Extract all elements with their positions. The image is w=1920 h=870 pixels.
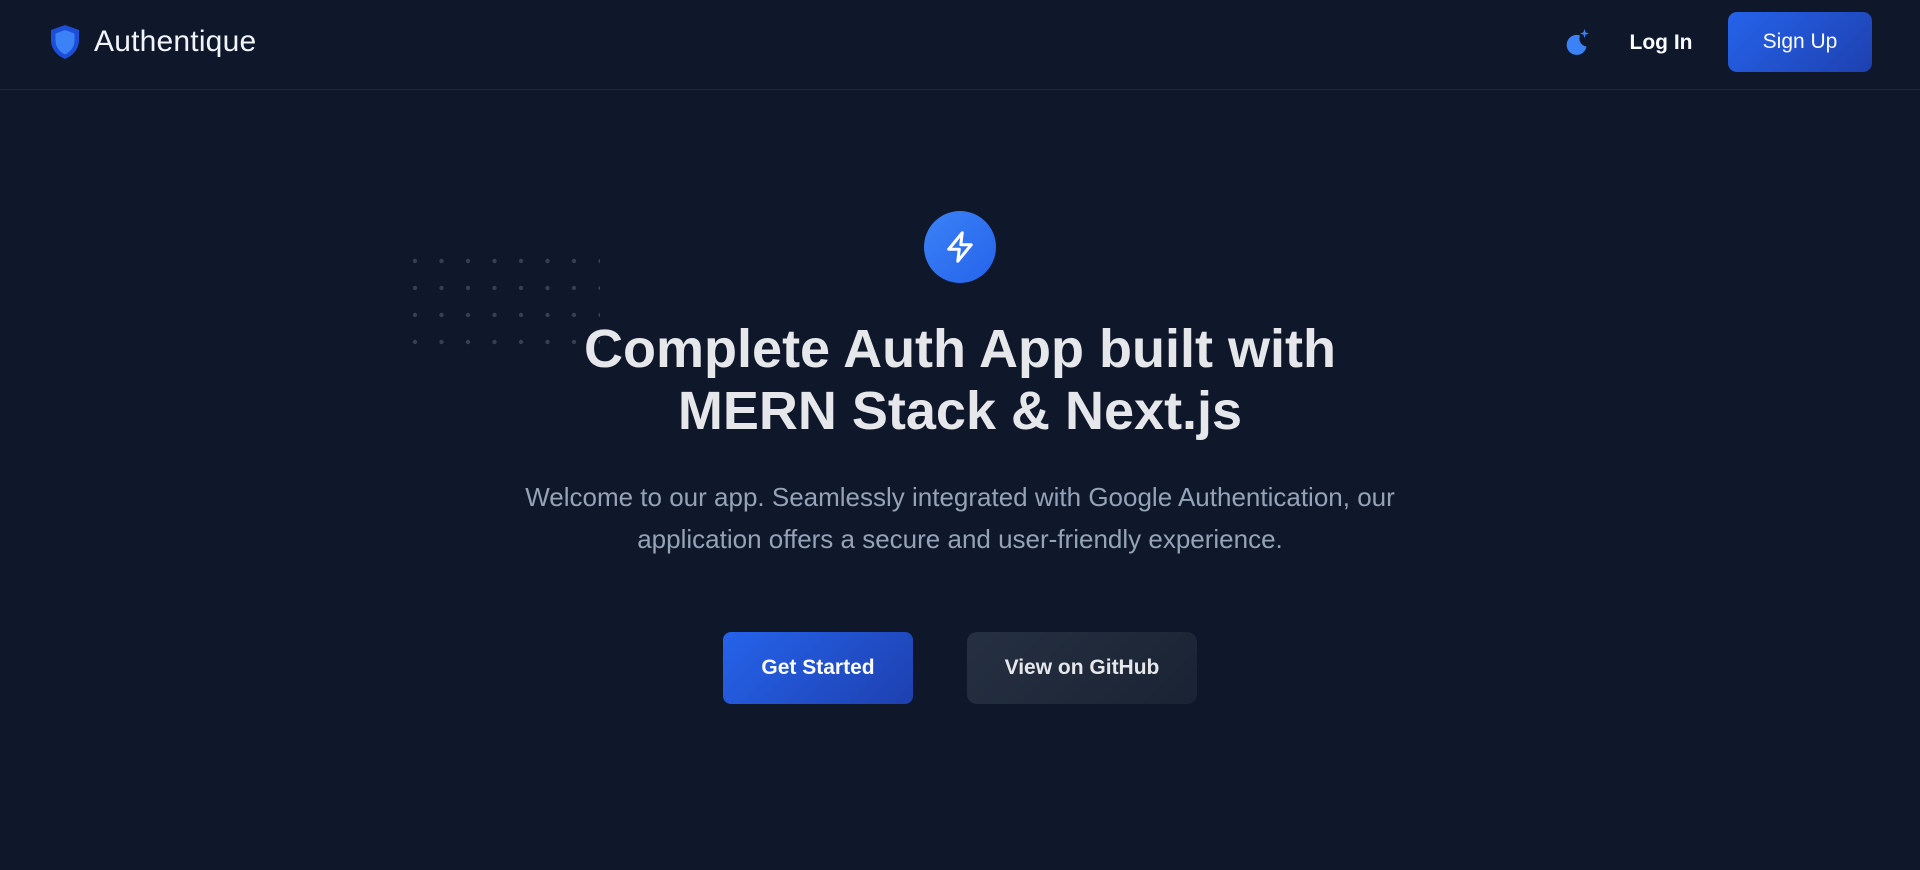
brand-logo[interactable]: Authentique xyxy=(48,22,256,62)
login-link[interactable]: Log In xyxy=(1608,22,1714,64)
decorative-dot xyxy=(518,312,524,318)
decorative-dot xyxy=(465,285,471,291)
decorative-dot xyxy=(412,312,418,318)
decorative-dot xyxy=(571,285,577,291)
hero-title-line: MERN Stack & Next.js xyxy=(677,381,1243,441)
decorative-dot xyxy=(492,285,497,291)
decorative-dot xyxy=(518,285,524,291)
decorative-dot xyxy=(518,258,524,264)
decorative-dot xyxy=(571,312,577,318)
decorative-dot xyxy=(465,258,471,264)
decorative-dot xyxy=(598,258,600,264)
decorative-dot xyxy=(492,258,497,264)
decorative-dot xyxy=(439,339,444,345)
decorative-dot xyxy=(439,285,444,291)
lightning-bolt-icon xyxy=(947,231,973,263)
hero-badge xyxy=(924,211,996,283)
get-started-button[interactable]: Get Started xyxy=(723,632,913,704)
hero-title-line: Complete Auth App built with xyxy=(584,319,1336,379)
decorative-dot xyxy=(598,312,600,318)
shield-icon xyxy=(51,25,79,59)
decorative-dot xyxy=(439,312,444,318)
hero-subtitle-line: Welcome to our app. Seamlessly integrate… xyxy=(525,482,1395,512)
decorative-dot xyxy=(412,285,418,291)
decorative-dot xyxy=(439,258,444,264)
decorative-dot xyxy=(465,312,471,318)
decorative-dot xyxy=(545,258,550,264)
view-on-github-button[interactable]: View on GitHub xyxy=(967,632,1197,704)
hero-subtitle-line: application offers a secure and user-fri… xyxy=(637,524,1283,554)
hero-subtitle: Welcome to our app. Seamlessly integrate… xyxy=(440,476,1480,560)
decorative-dot xyxy=(412,339,418,345)
decorative-dot xyxy=(598,285,600,291)
moon-star-icon xyxy=(1566,29,1589,55)
signup-button[interactable]: Sign Up xyxy=(1728,12,1872,72)
hero-title: Complete Auth App built with MERN Stack … xyxy=(460,318,1460,442)
decorative-dot xyxy=(412,258,418,264)
brand-name: Authentique xyxy=(94,25,257,58)
decorative-dot xyxy=(571,258,577,264)
top-navbar: Authentique Log In Sign Up xyxy=(0,0,1920,90)
decorative-dot xyxy=(545,312,550,318)
decorative-dot xyxy=(492,312,497,318)
theme-toggle-button[interactable] xyxy=(1560,26,1592,58)
decorative-dot xyxy=(545,285,550,291)
